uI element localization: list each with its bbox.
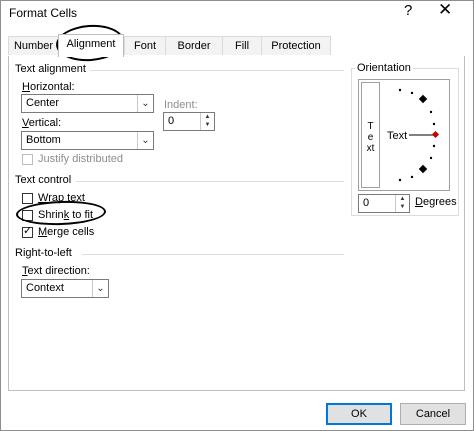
orientation-dot xyxy=(410,91,414,95)
group-divider xyxy=(90,70,344,71)
orientation-marker-bottom[interactable] xyxy=(418,164,428,174)
degrees-spinner[interactable]: 0 ▲ ▼ xyxy=(358,194,410,213)
orientation-marker-top[interactable] xyxy=(418,94,428,104)
orientation-dot xyxy=(410,175,414,179)
tab-protection[interactable]: Protection xyxy=(261,36,331,55)
chevron-down-icon: ⌄ xyxy=(137,132,153,149)
orientation-dot xyxy=(432,144,436,148)
orientation-dot xyxy=(429,156,433,160)
orientation-control[interactable]: Text Text xyxy=(358,79,450,191)
dialog-title: Format Cells xyxy=(9,6,78,20)
spin-down-icon[interactable]: ▼ xyxy=(396,203,409,211)
spin-up-icon[interactable]: ▲ xyxy=(396,195,409,203)
orientation-dot xyxy=(432,122,436,126)
justify-distributed-label: Justify distributed xyxy=(38,153,123,165)
tab-font[interactable]: Font xyxy=(124,36,166,55)
orientation-dot xyxy=(398,88,402,92)
spin-buttons[interactable]: ▲ ▼ xyxy=(200,113,214,130)
horizontal-text: Text xyxy=(387,130,408,142)
degrees-label: Degrees xyxy=(415,196,457,208)
spin-up-icon[interactable]: ▲ xyxy=(201,113,214,121)
degrees-value: 0 xyxy=(363,197,370,209)
tab-number[interactable]: Number xyxy=(8,36,59,55)
justify-distributed-checkbox[interactable] xyxy=(22,154,33,165)
vertical-text: Text xyxy=(366,121,375,154)
indent-spinner[interactable]: 0 ▲ ▼ xyxy=(163,112,215,131)
tab-alignment[interactable]: Alignment xyxy=(58,34,124,57)
orientation-pointer-marker[interactable] xyxy=(431,130,440,139)
indent-label: Indent: xyxy=(164,99,198,111)
tab-fill[interactable]: Fill xyxy=(222,36,262,55)
vertical-label: Vertical: xyxy=(22,117,62,129)
spin-buttons[interactable]: ▲ ▼ xyxy=(395,195,409,212)
group-divider xyxy=(76,181,344,182)
group-divider xyxy=(82,254,344,255)
check-icon: ✓ xyxy=(23,225,33,237)
indent-value: 0 xyxy=(168,115,175,127)
text-direction-label: Text direction: xyxy=(22,265,90,277)
vertical-select[interactable]: Bottom ⌄ xyxy=(21,131,154,150)
horizontal-select[interactable]: Center ⌄ xyxy=(21,94,154,113)
orientation-group-label: Orientation xyxy=(355,62,413,74)
chevron-down-icon: ⌄ xyxy=(92,280,108,297)
vertical-text-box[interactable]: Text xyxy=(361,82,380,188)
merge-cells-checkbox[interactable]: ✓ xyxy=(22,225,33,238)
help-icon[interactable]: ? xyxy=(404,2,412,19)
ok-button[interactable]: OK xyxy=(326,403,392,425)
text-control-group-label: Text control xyxy=(15,174,72,186)
spin-down-icon[interactable]: ▼ xyxy=(201,121,214,129)
text-direction-value: Context xyxy=(26,282,64,294)
merge-cells-label: Merge cells xyxy=(38,226,95,238)
tab-bar: Number Alignment Font Border Fill Protec… xyxy=(8,34,464,57)
wrap-text-checkbox[interactable] xyxy=(22,193,33,204)
right-to-left-group-label: Right-to-left xyxy=(15,247,72,259)
text-alignment-group-label: Text alignment xyxy=(15,63,86,75)
orientation-dot xyxy=(429,110,433,114)
text-direction-select[interactable]: Context ⌄ xyxy=(21,279,109,298)
close-icon[interactable]: ✕ xyxy=(438,0,452,20)
horizontal-select-value: Center xyxy=(26,97,60,109)
horizontal-label: Horizontal: xyxy=(22,81,75,93)
cancel-button[interactable]: Cancel xyxy=(400,403,466,425)
vertical-select-value: Bottom xyxy=(26,134,61,146)
orientation-dot xyxy=(398,178,402,182)
tab-border[interactable]: Border xyxy=(165,36,223,55)
chevron-down-icon: ⌄ xyxy=(137,95,153,112)
